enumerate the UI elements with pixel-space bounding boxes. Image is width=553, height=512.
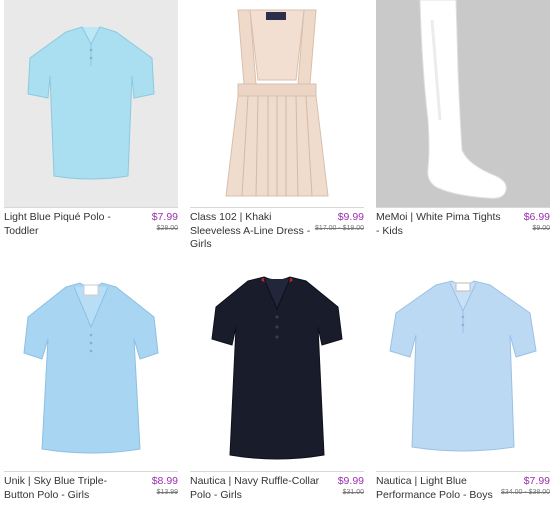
navy-polo-icon — [190, 265, 364, 470]
girls-polo-icon — [4, 265, 178, 470]
product-card-white-tights[interactable]: MeMoi | White Pima Tights - Kids $6.99 $… — [376, 0, 550, 256]
product-card-navy-ruffle-polo[interactable]: Nautica | Navy Ruffle-Collar Polo - Girl… — [190, 265, 364, 512]
original-price: $34.00 - $38.00 — [500, 489, 550, 496]
boys-polo-icon — [376, 265, 550, 470]
card-separator — [190, 471, 364, 472]
jumper-dress-icon — [190, 0, 364, 207]
card-separator — [4, 471, 178, 472]
product-name[interactable]: Light Blue Piqué Polo - Toddler — [4, 211, 134, 238]
product-card-sky-blue-polo[interactable]: Unik | Sky Blue Triple-Button Polo - Gir… — [4, 265, 178, 512]
sale-price: $6.99 — [523, 211, 550, 223]
card-separator — [190, 207, 364, 208]
sale-price: $7.99 — [151, 211, 178, 223]
original-price: $13.99 — [156, 489, 178, 496]
original-price: $28.00 — [156, 225, 178, 232]
product-card-light-blue-pique-polo[interactable]: Light Blue Piqué Polo - Toddler $7.99 $2… — [4, 0, 178, 256]
product-name[interactable]: Unik | Sky Blue Triple-Button Polo - Gir… — [4, 475, 134, 502]
product-name[interactable]: MeMoi | White Pima Tights - Kids — [376, 211, 506, 238]
polo-shirt-icon — [4, 0, 178, 207]
sale-price: $9.99 — [337, 211, 364, 223]
product-image-white-tights[interactable] — [376, 0, 550, 207]
sale-price: $7.99 — [523, 475, 550, 487]
product-card-khaki-dress[interactable]: Class 102 | Khaki Sleeveless A-Line Dres… — [190, 0, 364, 256]
product-card-light-blue-performance-polo[interactable]: Nautica | Light Blue Performance Polo - … — [376, 265, 550, 512]
card-separator — [376, 207, 550, 208]
card-separator — [4, 207, 178, 208]
tights-icon — [376, 0, 550, 207]
product-image-navy-ruffle-polo[interactable] — [190, 265, 364, 470]
product-name[interactable]: Class 102 | Khaki Sleeveless A-Line Dres… — [190, 211, 320, 252]
product-name[interactable]: Nautica | Navy Ruffle-Collar Polo - Girl… — [190, 475, 320, 502]
product-image-khaki-dress[interactable] — [190, 0, 364, 207]
product-name[interactable]: Nautica | Light Blue Performance Polo - … — [376, 475, 506, 502]
sale-price: $8.99 — [151, 475, 178, 487]
product-image-light-blue-polo[interactable] — [4, 0, 178, 207]
sale-price: $9.99 — [337, 475, 364, 487]
original-price: $17.00 - $19.00 — [314, 225, 364, 232]
product-image-performance-polo[interactable] — [376, 265, 550, 470]
original-price: $9.00 — [532, 225, 550, 232]
product-image-sky-blue-polo[interactable] — [4, 265, 178, 470]
original-price: $31.00 — [342, 489, 364, 496]
card-separator — [376, 471, 550, 472]
